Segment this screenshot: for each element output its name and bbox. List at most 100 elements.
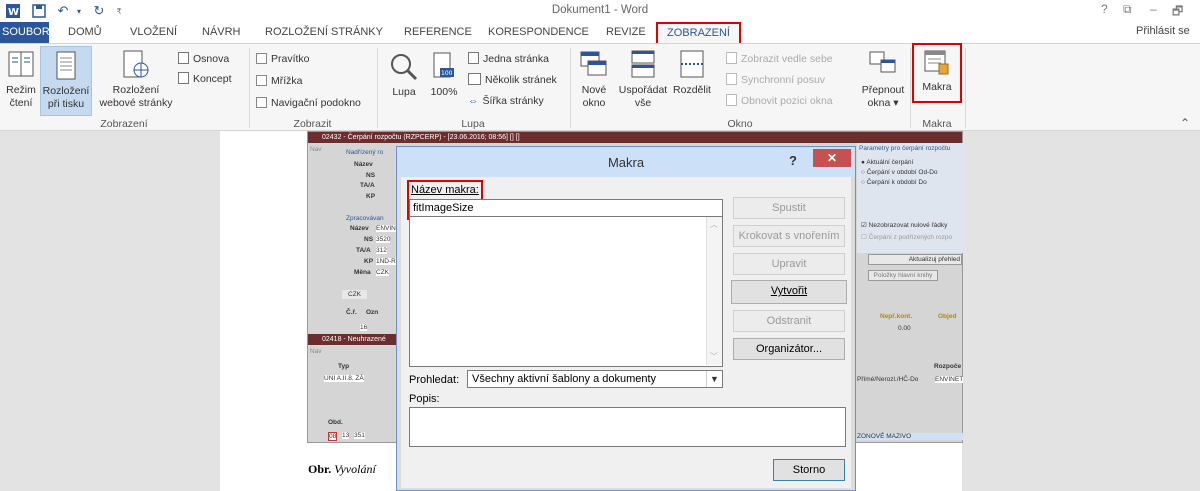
nekolik-stranek-button[interactable]: Několik stránek: [468, 71, 557, 89]
usporadat-vse-button[interactable]: Uspořádat vše: [615, 50, 671, 110]
page-width-icon: ⇔: [468, 95, 479, 107]
outline-icon: [178, 52, 189, 64]
prepnout-label-2: okna ▾: [867, 97, 899, 109]
tab-bar: [0, 22, 1200, 44]
macro-list[interactable]: ︿ ﹀: [409, 217, 723, 367]
usporadat-label-2: vše: [634, 97, 652, 109]
shot-v-taa: 312: [376, 247, 387, 254]
rezim-cteni-button[interactable]: Režim čtení: [4, 50, 38, 110]
scroll-up-icon[interactable]: ︿: [710, 219, 718, 230]
shot-zpracovavany: Zpracovávan: [346, 215, 384, 222]
help-button[interactable]: ?: [1101, 2, 1108, 16]
tab-vlozeni[interactable]: VLOŽENÍ: [128, 22, 179, 43]
shot-f-taa: TA/A: [360, 182, 375, 189]
restore-icon[interactable]: 🗗: [1172, 2, 1183, 23]
tab-zobrazeni[interactable]: ZOBRAZENÍ: [656, 22, 741, 43]
dialog-title-bar[interactable]: Makra ? ✕: [397, 147, 855, 177]
zobrazit-vedle-sebe-button[interactable]: Zobrazit vedle sebe: [726, 50, 833, 68]
checkbox-icon: [256, 75, 267, 86]
tab-navrh[interactable]: NÁVRH: [200, 22, 243, 43]
shot-cislo: Č.ř.: [346, 309, 357, 316]
dialog-close-button[interactable]: ✕: [813, 149, 851, 167]
shot-header-2: 02418 - Neuhrazené: [308, 334, 400, 345]
dialog-help-button[interactable]: ?: [789, 153, 797, 168]
osnova-button[interactable]: Osnova: [178, 50, 229, 68]
macros-icon: [924, 50, 949, 75]
sirka-stranky-button[interactable]: ⇔ Šířka stránky: [468, 92, 544, 110]
webove-rozlozeni-button[interactable]: Rozložení webové stránky: [95, 50, 177, 110]
storno-button[interactable]: Storno: [773, 459, 845, 481]
rozdelit-button[interactable]: Rozdělit: [672, 50, 712, 97]
synchronni-posuv-button[interactable]: Synchronní posuv: [726, 71, 825, 89]
prepnout-okna-button[interactable]: Přepnout okna ▾: [856, 50, 910, 110]
nekolik-label: Několik stránek: [485, 74, 557, 86]
print-layout-icon: [56, 51, 76, 80]
chevron-down-icon[interactable]: ▼: [706, 371, 722, 387]
ribbon-display-icon[interactable]: ⧉: [1123, 2, 1132, 17]
reading-mode-icon: [8, 51, 34, 77]
krokovat-button[interactable]: Krokovat s vnořením: [733, 225, 845, 247]
prohledat-select[interactable]: Všechny aktivní šablony a dokumenty ▼: [467, 370, 723, 388]
title-bar: W ↶ ▾ ↻ ₹ Dokument1 - Word ? ⧉ – 🗗: [0, 0, 1200, 22]
tab-soubor[interactable]: SOUBOR: [0, 22, 50, 43]
tab-reference[interactable]: REFERENCE: [402, 22, 474, 43]
vytvorit-button[interactable]: Vytvořit: [731, 280, 847, 304]
shot-f-nazev: Název: [354, 161, 373, 168]
shot-row1: 16: [360, 324, 368, 331]
shot-v-kp: 1ND-R: [376, 258, 396, 265]
mrizka-label: Mřížka: [271, 75, 303, 87]
zoom-100-button[interactable]: 100 100%: [426, 52, 462, 99]
caption-italic: Vyvolání: [334, 462, 376, 476]
window-title: Dokument1 - Word: [551, 4, 649, 16]
pravitko-label: Pravítko: [271, 53, 310, 65]
macro-list-scrollbar[interactable]: ︿ ﹀: [706, 217, 722, 365]
arrange-all-icon: [631, 50, 655, 78]
mrizka-checkbox[interactable]: Mřížka: [256, 72, 303, 90]
jedna-stranka-button[interactable]: Jedna stránka: [468, 50, 549, 68]
posuv-label: Synchronní posuv: [741, 74, 826, 86]
makra-dialog: Makra ? ✕ Název makra: fitImageSize ︿ ﹀ …: [396, 146, 856, 491]
sign-in-link[interactable]: Přihlásit se: [1136, 25, 1190, 37]
minimize-button[interactable]: –: [1150, 2, 1157, 16]
shot-obd-351: 351: [354, 432, 365, 439]
group-separator: [910, 48, 911, 128]
group-label-zobrazit: Zobrazit: [293, 118, 332, 130]
shot-btn-aktual: Aktualizuj přehled: [868, 254, 962, 265]
macro-name-input[interactable]: fitImageSize: [409, 199, 723, 217]
tab-domu[interactable]: DOMŮ: [66, 22, 104, 43]
navigacni-podokno-checkbox[interactable]: Navigační podokno: [256, 94, 361, 112]
spustit-button[interactable]: Spustit: [733, 197, 845, 219]
one-page-icon: [468, 52, 479, 64]
collapse-ribbon-icon[interactable]: ⌃: [1180, 116, 1190, 130]
tab-revize[interactable]: REVIZE: [604, 22, 648, 43]
nove-label-2: okno: [582, 97, 606, 109]
obnovit-pozici-button[interactable]: Obnovit pozici okna: [726, 92, 833, 110]
shot-nav-2: Nav: [310, 348, 322, 355]
makra-button[interactable]: Makra: [912, 43, 962, 103]
scroll-down-icon[interactable]: ﹀: [710, 351, 718, 362]
rezim-label-1: Režim: [6, 84, 36, 96]
tab-rozlozeni-stranky[interactable]: ROZLOŽENÍ STRÁNKY: [263, 22, 385, 43]
group-separator: [249, 48, 250, 128]
lupa-button[interactable]: Lupa: [386, 52, 422, 99]
koncept-button[interactable]: Koncept: [178, 70, 232, 88]
dialog-body: Název makra: fitImageSize ︿ ﹀ Spustit Kr…: [401, 177, 851, 488]
shot-btn-knihy: Položky hlavní knihy: [868, 270, 938, 281]
tab-korespondence[interactable]: KORESPONDENCE: [486, 22, 591, 43]
odstranit-button[interactable]: Odstranit: [733, 310, 845, 332]
rozlozeni-pri-tisku-button[interactable]: Rozložení při tisku: [40, 46, 92, 116]
shot-ozn: Ozn: [366, 309, 379, 316]
pravitko-checkbox[interactable]: Pravítko: [256, 50, 310, 68]
navigace-label: Navigační podokno: [271, 97, 361, 109]
zoom-100-icon: 100: [433, 52, 454, 78]
sync-scroll-icon: [726, 73, 737, 85]
new-window-icon: [580, 51, 607, 76]
organizator-button[interactable]: Organizátor...: [733, 338, 845, 360]
nove-okno-button[interactable]: Nové okno: [576, 50, 612, 110]
popis-textarea[interactable]: [409, 407, 846, 447]
shot-chk1-label: Nezobrazovat nulové řádky: [868, 222, 948, 229]
upravit-button[interactable]: Upravit: [733, 253, 845, 275]
makra-label: Makra: [922, 81, 952, 93]
caption-bold: Obr.: [308, 462, 332, 476]
shot-mena: Měna: [354, 269, 371, 276]
